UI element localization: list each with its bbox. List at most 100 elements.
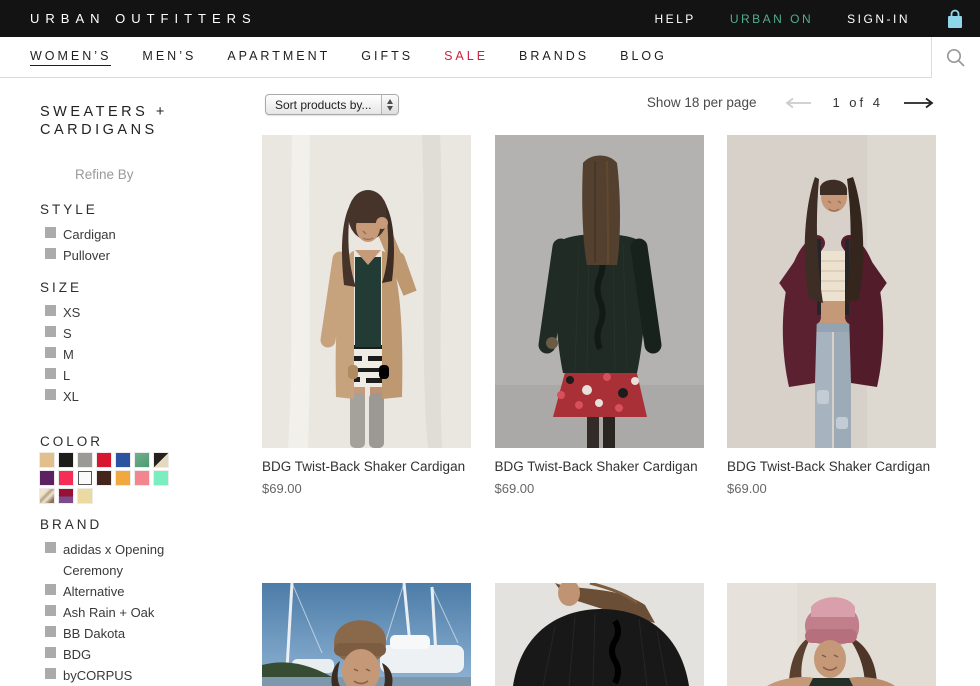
filter-heading-brand: BRAND (40, 517, 225, 532)
product-image[interactable] (495, 135, 704, 448)
top-bar-links: HELP URBAN ON SIGN-IN (654, 6, 966, 32)
checkbox-icon (45, 584, 56, 595)
product-image[interactable] (727, 135, 936, 448)
nav-item-womens[interactable]: WOMEN’S (30, 49, 111, 66)
filter-option-bb-dakota[interactable]: BB Dakota (40, 623, 225, 644)
checkbox-icon (45, 347, 56, 358)
product-name[interactable]: BDG Twist-Back Shaker Cardigan (495, 459, 704, 475)
product-card[interactable]: BDG Twist-Back Shaker Cardigan $69.00 (262, 135, 471, 496)
filter-option-xs[interactable]: XS (40, 302, 225, 323)
color-swatch[interactable] (154, 453, 168, 467)
color-swatch[interactable] (59, 471, 73, 485)
filter-heading-color: COLOR (40, 434, 225, 449)
product-card[interactable]: BDG Twist-Back Shaker Cardigan $69.00 (727, 135, 936, 496)
filter-option-xl[interactable]: XL (40, 386, 225, 407)
site-logo[interactable]: URBAN OUTFITTERS (30, 11, 257, 26)
filter-option-adidas-opening-ceremony[interactable]: adidas x Opening Ceremony (40, 539, 225, 581)
nav-item-gifts[interactable]: GIFTS (361, 49, 413, 66)
pagination-prev-button[interactable] (783, 97, 813, 109)
filter-option-m[interactable]: M (40, 344, 225, 365)
left-arrow-icon (783, 97, 813, 109)
checkbox-icon (45, 389, 56, 400)
color-swatch[interactable] (97, 453, 111, 467)
filter-option-label: BDG (63, 644, 91, 665)
color-swatch[interactable] (78, 453, 92, 467)
filter-option-label: L (63, 365, 70, 386)
nav-item-brands[interactable]: BRANDS (519, 49, 589, 66)
filter-option-label: Ash Rain + Oak (63, 602, 154, 623)
color-swatch[interactable] (59, 489, 73, 503)
checkbox-icon (45, 542, 56, 553)
product-price: $69.00 (495, 481, 704, 496)
product-grid-row-1: BDG Twist-Back Shaker Cardigan $69.00 (262, 135, 936, 496)
filter-option-label: Cardigan (63, 224, 116, 245)
color-swatch[interactable] (78, 489, 92, 503)
sign-in-link[interactable]: SIGN-IN (847, 12, 910, 26)
checkbox-icon (45, 248, 56, 259)
filter-option-ash-rain-oak[interactable]: Ash Rain + Oak (40, 602, 225, 623)
product-card[interactable]: BDG Twist-Back Shaker Cardigan $69.00 (495, 135, 704, 496)
color-swatch[interactable] (40, 453, 54, 467)
product-card[interactable] (495, 583, 704, 686)
filter-option-label: XS (63, 302, 80, 323)
filter-option-label: S (63, 323, 72, 344)
color-swatch[interactable] (59, 453, 73, 467)
checkbox-icon (45, 626, 56, 637)
nav-items: WOMEN’S MEN’S APARTMENT GIFTS SALE BRAND… (30, 49, 667, 66)
filter-option-label: Alternative (63, 581, 124, 602)
product-image[interactable] (495, 583, 704, 686)
color-swatch[interactable] (135, 471, 149, 485)
filter-option-label: adidas x Opening Ceremony (63, 539, 181, 581)
color-swatch[interactable] (135, 453, 149, 467)
product-image[interactable] (727, 583, 936, 686)
color-swatch[interactable] (40, 471, 54, 485)
help-link[interactable]: HELP (654, 12, 695, 26)
filter-option-bycorpus[interactable]: byCORPUS (40, 665, 225, 686)
filter-option-label: BB Dakota (63, 623, 125, 644)
refine-by-label: Refine By (75, 167, 225, 182)
pagination-next-button[interactable] (902, 97, 936, 109)
color-swatch[interactable] (154, 471, 168, 485)
urban-on-link[interactable]: URBAN ON (730, 12, 813, 26)
filter-heading-size: SIZE (40, 280, 225, 295)
checkbox-icon (45, 326, 56, 337)
product-name[interactable]: BDG Twist-Back Shaker Cardigan (727, 459, 936, 475)
checkbox-icon (45, 227, 56, 238)
product-card[interactable] (727, 583, 936, 686)
filter-option-cardigan[interactable]: Cardigan (40, 224, 225, 245)
shopping-bag-icon[interactable] (944, 8, 966, 32)
nav-item-sale[interactable]: SALE (444, 49, 488, 66)
sort-dropdown[interactable]: Sort products by... (265, 94, 399, 115)
right-arrow-icon (902, 97, 936, 109)
size-filter-list: XS S M L XL (40, 302, 225, 407)
filter-option-label: XL (63, 386, 79, 407)
nav-item-apartment[interactable]: APARTMENT (227, 49, 330, 66)
pagination-status: 1 of 4 (832, 95, 883, 110)
color-swatch[interactable] (116, 471, 130, 485)
color-swatch[interactable] (116, 453, 130, 467)
checkbox-icon (45, 668, 56, 679)
product-card[interactable] (262, 583, 471, 686)
filter-option-alternative[interactable]: Alternative (40, 581, 225, 602)
category-title-line2: CARDIGANS (40, 121, 225, 139)
product-image[interactable] (262, 135, 471, 448)
filter-option-bdg[interactable]: BDG (40, 644, 225, 665)
checkbox-icon (45, 368, 56, 379)
product-name[interactable]: BDG Twist-Back Shaker Cardigan (262, 459, 471, 475)
color-swatch[interactable] (40, 489, 54, 503)
color-swatch[interactable] (97, 471, 111, 485)
color-swatch-grid (40, 453, 173, 503)
nav-item-blog[interactable]: BLOG (620, 49, 667, 66)
nav-item-mens[interactable]: MEN’S (142, 49, 196, 66)
filter-option-pullover[interactable]: Pullover (40, 245, 225, 266)
checkbox-icon (45, 305, 56, 316)
color-swatch[interactable] (78, 471, 92, 485)
product-image[interactable] (262, 583, 471, 686)
category-title: SWEATERS + CARDIGANS (40, 103, 225, 139)
filter-option-label: Pullover (63, 245, 110, 266)
pagination-controls: Show 18 per page 1 of 4 (647, 95, 936, 110)
filter-option-l[interactable]: L (40, 365, 225, 386)
search-button[interactable] (931, 37, 980, 78)
filter-option-s[interactable]: S (40, 323, 225, 344)
checkbox-icon (45, 605, 56, 616)
